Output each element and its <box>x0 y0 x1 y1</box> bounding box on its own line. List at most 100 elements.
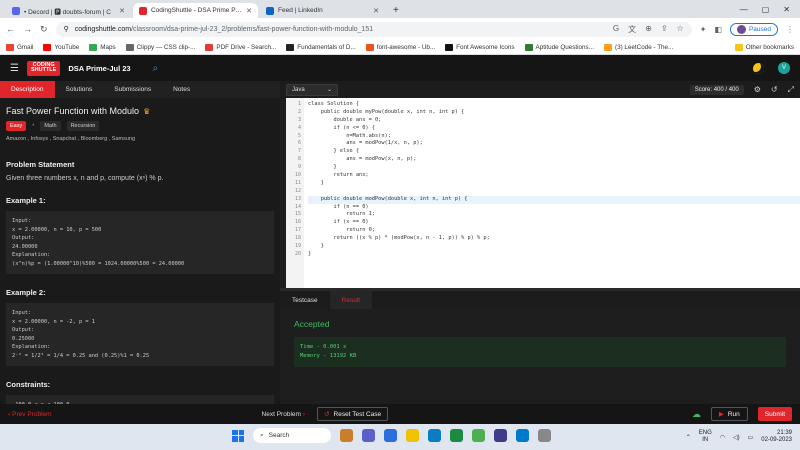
site-info-icon[interactable]: ⚲ <box>64 25 69 33</box>
code-line[interactable] <box>308 188 800 196</box>
battery-icon[interactable]: ▭ <box>748 434 754 441</box>
reload-icon[interactable]: ↻ <box>40 24 48 35</box>
code-line[interactable]: } <box>308 164 800 172</box>
url-input[interactable]: ⚲ codingshuttle.com/classroom/dsa-prime-… <box>55 21 692 37</box>
windows-start-icon[interactable] <box>232 429 244 442</box>
bookmarks-bar: Gmail YouTube Maps Clippy — CSS clip-... PDF… <box>0 40 800 55</box>
prev-problem-button[interactable]: ‹ Prev Problem <box>8 411 52 418</box>
code-line[interactable]: public double modPow(double x, int n, in… <box>308 195 800 204</box>
code-area[interactable]: class Solution { public double myPow(dou… <box>304 98 800 288</box>
hamburger-menu-icon[interactable]: ☰ <box>10 63 19 74</box>
reset-code-icon[interactable]: ↺ <box>771 85 778 94</box>
reset-test-case-button[interactable]: ↺ Reset Test Case <box>317 407 389 421</box>
clock[interactable]: 21:39 02-09-2023 <box>761 430 792 444</box>
extensions-icon[interactable]: ✦ <box>700 25 707 34</box>
taskbar-app-icon[interactable] <box>384 429 397 442</box>
back-icon[interactable]: ← <box>6 24 15 34</box>
settings-gear-icon[interactable]: ⚙ <box>754 85 761 94</box>
taskbar-app-icon[interactable] <box>494 429 507 442</box>
tab-close-icon[interactable]: ✕ <box>246 7 252 15</box>
tag-math[interactable]: Math <box>40 121 61 131</box>
tab-close-icon[interactable]: ✕ <box>119 7 125 15</box>
taskbar-app-icon[interactable] <box>406 429 419 442</box>
code-line[interactable]: } <box>308 243 800 251</box>
tray-chevron-icon[interactable]: ⌃ <box>686 434 691 441</box>
search-icon: ⌕ <box>260 431 264 439</box>
code-line[interactable]: } <box>308 180 800 188</box>
code-line[interactable]: if (x == 0) <box>308 219 800 227</box>
code-line[interactable]: n=Math.abs(n); <box>308 133 800 141</box>
taskbar-app-icon[interactable] <box>516 429 529 442</box>
search-icon[interactable]: ⌕ <box>153 63 159 74</box>
bookmark-star-icon[interactable]: ☆ <box>677 24 684 35</box>
translate-icon[interactable]: 文 <box>628 24 636 35</box>
code-line[interactable]: return 1; <box>308 211 800 219</box>
code-line[interactable]: ans = modPow(1/x, n, p); <box>308 140 800 148</box>
tab-result[interactable]: Result <box>329 291 373 309</box>
profile-button[interactable]: Paused <box>729 22 778 36</box>
bookmark-item[interactable]: PDF Drive - Search... <box>205 43 276 51</box>
bookmark-item[interactable]: Fundamentals of D... <box>286 43 356 51</box>
new-tab-button[interactable]: + <box>387 3 405 18</box>
code-line[interactable]: return ((x % p) * (modPow(x, n - 1, p)) … <box>308 235 800 243</box>
share-icon[interactable]: ⇪ <box>661 24 668 35</box>
bookmark-item[interactable]: Maps <box>89 43 116 51</box>
side-panel-icon[interactable]: ◧ <box>714 25 722 34</box>
minimize-icon[interactable]: — <box>740 5 748 14</box>
other-bookmarks[interactable]: Other bookmarks <box>734 43 794 51</box>
tab-solutions[interactable]: Solutions <box>55 81 104 98</box>
code-line[interactable]: double ans = 0; <box>308 117 800 125</box>
language-select[interactable]: Java ⌄ <box>286 83 338 96</box>
google-lens-icon[interactable]: G <box>613 24 619 35</box>
bookmark-item[interactable]: font-awesome - Ub... <box>365 43 435 51</box>
bookmark-item[interactable]: Font Awesome Icons <box>445 43 515 51</box>
theme-toggle-icon[interactable] <box>753 62 764 74</box>
browser-tab-0[interactable]: • Decord | 🅿 doubts-forum | C ✕ <box>6 3 131 18</box>
taskbar-app-icon[interactable] <box>428 429 441 442</box>
bookmark-item[interactable]: Aptitude Questions... <box>524 43 594 51</box>
taskbar-search[interactable]: ⌕ Search <box>253 428 331 443</box>
user-avatar[interactable]: V <box>778 62 790 74</box>
volume-icon[interactable]: ◁) <box>733 434 740 441</box>
bookmark-item[interactable]: Clippy — CSS clip-... <box>125 43 195 51</box>
bookmark-item[interactable]: YouTube <box>43 43 79 51</box>
taskbar-app-icon[interactable] <box>538 429 551 442</box>
code-line[interactable]: return ans; <box>308 172 800 180</box>
code-editor[interactable]: 1 2 3 4 5 6 7 8 9 10 11 12 13 14 15 16 17 18 19 20 class So… <box>286 98 800 288</box>
run-button[interactable]: ▶ Run <box>710 407 748 421</box>
forward-icon[interactable]: → <box>23 24 32 34</box>
code-line[interactable]: } else { <box>308 148 800 156</box>
tab-notes[interactable]: Notes <box>162 81 201 98</box>
code-line[interactable]: return 0; <box>308 227 800 235</box>
coding-shuttle-logo[interactable]: CODING SHUTTLE <box>26 60 61 76</box>
taskbar-app-icon[interactable] <box>340 429 353 442</box>
submit-button[interactable]: Submit <box>757 407 792 421</box>
fullscreen-icon[interactable]: ⤢ <box>788 85 794 95</box>
taskbar-app-icon[interactable] <box>450 429 463 442</box>
tab-close-icon[interactable]: ✕ <box>373 7 379 15</box>
zoom-icon[interactable]: ⊕ <box>645 24 652 35</box>
wifi-icon[interactable]: ◠ <box>720 434 725 441</box>
tab-testcase[interactable]: Testcase <box>280 291 330 309</box>
bookmark-item[interactable]: (3) LeetCode - The... <box>603 43 673 51</box>
code-line[interactable]: ans = modPow(x, n, p); <box>308 156 800 164</box>
taskbar-app-icon[interactable] <box>472 429 485 442</box>
input-language[interactable]: ENG IN <box>699 430 712 444</box>
next-problem-button[interactable]: Next Problem › <box>262 411 306 418</box>
taskbar-app-icon[interactable] <box>362 429 375 442</box>
problem-panel: Description Solutions Submissions Notes … <box>0 81 280 404</box>
browser-menu-icon[interactable]: ⋮ <box>786 25 794 34</box>
code-line[interactable]: class Solution { <box>308 101 800 109</box>
browser-tab-2[interactable]: Feed | LinkedIn ✕ <box>260 3 385 18</box>
tag-recursion[interactable]: Recursion <box>66 121 100 131</box>
browser-tab-1[interactable]: CodingShuttle - DSA Prime Progr ✕ <box>133 3 258 18</box>
code-line[interactable]: if (n <= 0) { <box>308 125 800 133</box>
bookmark-item[interactable]: Gmail <box>6 43 33 51</box>
code-line[interactable]: } <box>308 251 800 259</box>
close-window-icon[interactable]: ✕ <box>783 5 790 14</box>
code-line[interactable]: public double myPow(double x, int n, int… <box>308 109 800 117</box>
code-line[interactable]: if (n == 0) <box>308 204 800 212</box>
maximize-icon[interactable]: ▢ <box>762 5 770 14</box>
tab-submissions[interactable]: Submissions <box>103 81 162 98</box>
tab-description[interactable]: Description <box>0 81 55 98</box>
